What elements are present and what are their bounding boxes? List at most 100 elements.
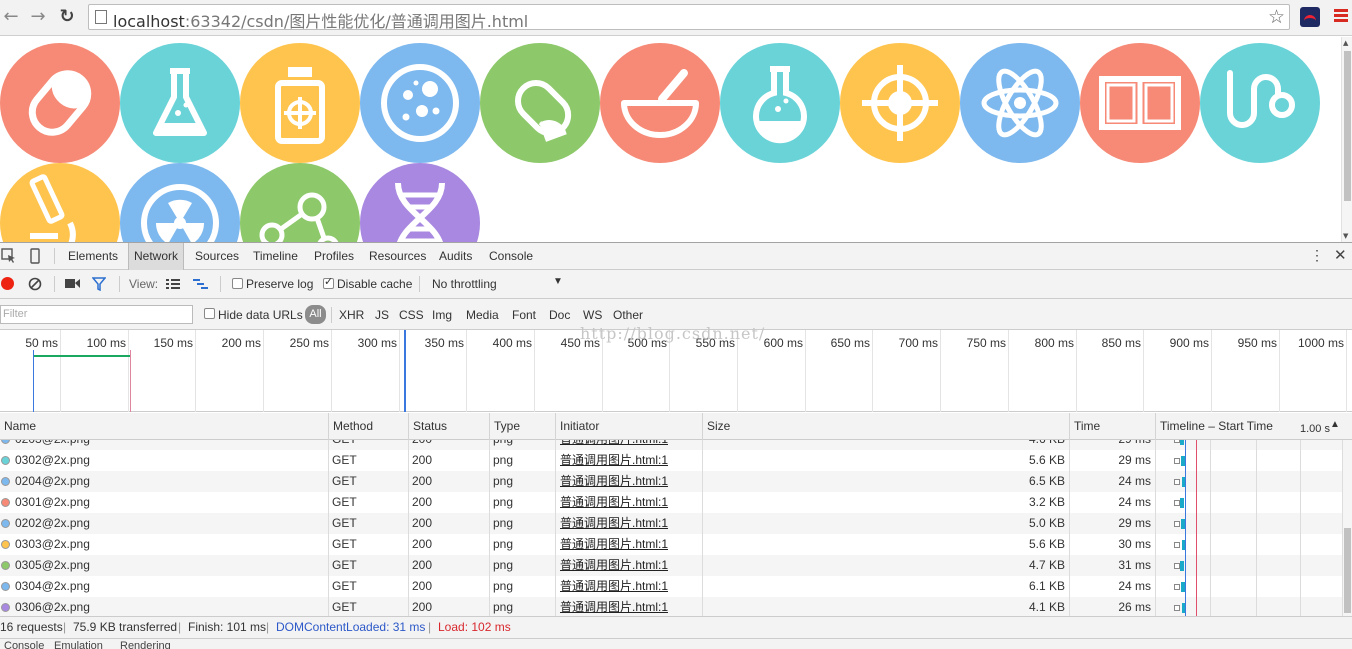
bookmark-star-icon[interactable]: ☆: [1268, 6, 1285, 28]
request-name[interactable]: 0303@2x.png: [15, 534, 325, 555]
tab-sources[interactable]: Sources: [190, 243, 244, 270]
request-initiator-link[interactable]: 普通调用图片.html:1: [560, 513, 700, 534]
filter-input[interactable]: Filter: [0, 305, 193, 324]
reload-icon[interactable]: ↻: [56, 6, 78, 28]
request-name[interactable]: 0304@2x.png: [15, 576, 325, 597]
address-bar[interactable]: localhost:63342/csdn/图片性能优化/普通调用图片.html …: [88, 4, 1290, 32]
overview-gridline: [940, 330, 941, 412]
column-header-time[interactable]: Time: [1069, 413, 1100, 440]
request-initiator-link[interactable]: 普通调用图片.html:1: [560, 450, 700, 471]
request-name[interactable]: 0202@2x.png: [15, 513, 325, 534]
column-header-timeline[interactable]: Timeline – Start Time: [1155, 413, 1273, 440]
toolbar-separator: [119, 276, 120, 292]
column-header-status[interactable]: Status: [408, 413, 447, 440]
tab-profiles[interactable]: Profiles: [309, 243, 359, 270]
filter-type-xhr[interactable]: XHR: [339, 308, 364, 322]
request-initiator-link[interactable]: 普通调用图片.html:1: [560, 555, 700, 576]
request-name[interactable]: 0306@2x.png: [15, 597, 325, 616]
overview-selection-line[interactable]: [404, 330, 406, 412]
filter-type-css[interactable]: CSS: [399, 308, 424, 322]
request-name[interactable]: 0302@2x.png: [15, 450, 325, 471]
icon-circle: [600, 43, 720, 163]
url-host: localhost: [113, 12, 185, 31]
request-initiator-link[interactable]: 普通调用图片.html:1: [560, 471, 700, 492]
table-row[interactable]: 0304@2x.png GET 200 png 普通调用图片.html:1 6.…: [0, 576, 1342, 597]
page-scrollbar-thumb[interactable]: [1344, 51, 1351, 201]
tab-elements[interactable]: Elements: [63, 243, 123, 270]
overview-waterfall-icon[interactable]: [193, 279, 209, 289]
browser-menu-icon[interactable]: [1334, 9, 1348, 23]
filter-type-js[interactable]: JS: [375, 308, 389, 322]
request-initiator-link[interactable]: 普通调用图片.html:1: [560, 440, 700, 450]
request-name[interactable]: 0204@2x.png: [15, 471, 325, 492]
overview-tick-label: 650 ms: [830, 336, 870, 350]
scroll-up-icon[interactable]: ▲: [1343, 39, 1348, 47]
table-scrollbar[interactable]: [1342, 440, 1352, 616]
request-name[interactable]: 0203@2x.png: [15, 440, 325, 450]
url-text[interactable]: localhost:63342/csdn/图片性能优化/普通调用图片.html: [113, 8, 528, 32]
table-scrollbar-thumb[interactable]: [1344, 528, 1351, 613]
filter-type-other[interactable]: Other: [613, 308, 643, 322]
clear-icon[interactable]: [28, 277, 42, 291]
medicine-bottle-icon: [275, 67, 325, 144]
requests-count: 16 requests: [0, 620, 63, 634]
request-status: 200: [412, 474, 433, 488]
record-icon[interactable]: [1, 277, 14, 290]
table-row[interactable]: 0305@2x.png GET 200 png 普通调用图片.html:1 4.…: [0, 555, 1342, 576]
large-rows-icon[interactable]: [166, 279, 180, 289]
sort-arrow-icon[interactable]: ▲: [1330, 419, 1340, 430]
request-name[interactable]: 0305@2x.png: [15, 555, 325, 576]
filter-type-doc[interactable]: Doc: [549, 308, 570, 322]
overview-tick-label: 200 ms: [221, 336, 261, 350]
load-time: Load: 102 ms: [438, 620, 511, 634]
column-header-method[interactable]: Method: [328, 413, 373, 440]
hide-data-urls-checkbox[interactable]: [204, 308, 215, 319]
camera-icon[interactable]: [65, 278, 80, 289]
request-initiator-link[interactable]: 普通调用图片.html:1: [560, 576, 700, 597]
table-row[interactable]: 0303@2x.png GET 200 png 普通调用图片.html:1 5.…: [0, 534, 1342, 555]
column-divider: [1155, 440, 1156, 616]
scroll-down-icon[interactable]: ▼: [1343, 232, 1348, 240]
tab-resources[interactable]: Resources: [364, 243, 431, 270]
filter-type-img[interactable]: Img: [432, 308, 452, 322]
filter-type-media[interactable]: Media: [466, 308, 499, 322]
request-initiator-link[interactable]: 普通调用图片.html:1: [560, 492, 700, 513]
request-name[interactable]: 0301@2x.png: [15, 492, 325, 513]
device-mode-icon[interactable]: [27, 248, 43, 264]
tab-network[interactable]: Network: [128, 243, 185, 270]
close-devtools-icon[interactable]: ✕: [1334, 246, 1347, 264]
disable-cache-checkbox[interactable]: [323, 275, 334, 289]
table-row[interactable]: 0306@2x.png GET 200 png 普通调用图片.html:1 4.…: [0, 597, 1342, 616]
filter-all-button[interactable]: All: [305, 305, 326, 324]
request-method: GET: [332, 516, 357, 530]
table-row[interactable]: 0203@2x.png GET 200 png 普通调用图片.html:1 4.…: [0, 440, 1342, 450]
throttling-select[interactable]: No throttling ▼: [428, 273, 568, 295]
page-scrollbar[interactable]: ▲ ▼: [1341, 37, 1352, 242]
request-type: png: [493, 474, 514, 488]
inspect-element-icon[interactable]: [1, 248, 17, 264]
request-initiator-link[interactable]: 普通调用图片.html:1: [560, 534, 700, 555]
tab-timeline[interactable]: Timeline: [248, 243, 303, 270]
table-row[interactable]: 0202@2x.png GET 200 png 普通调用图片.html:1 5.…: [0, 513, 1342, 534]
back-arrow-icon[interactable]: ←: [0, 6, 22, 28]
tab-audits[interactable]: Audits: [434, 243, 477, 270]
forward-arrow-icon[interactable]: →: [27, 6, 49, 28]
column-header-name[interactable]: Name: [0, 413, 36, 440]
request-initiator-link[interactable]: 普通调用图片.html:1: [560, 597, 700, 616]
table-row[interactable]: 0302@2x.png GET 200 png 普通调用图片.html:1 5.…: [0, 450, 1342, 471]
devtools-tabbar: Elements Network Sources Timeline Profiles Re…: [0, 243, 1352, 270]
dna-icon: [395, 182, 445, 242]
devtools-more-icon[interactable]: ⋮: [1310, 247, 1324, 264]
table-row[interactable]: 0204@2x.png GET 200 png 普通调用图片.html:1 6.…: [0, 471, 1342, 492]
column-header-size[interactable]: Size: [702, 413, 730, 440]
column-header-initiator[interactable]: Initiator: [555, 413, 599, 440]
filter-icon[interactable]: [92, 277, 106, 291]
table-row[interactable]: 0301@2x.png GET 200 png 普通调用图片.html:1 3.…: [0, 492, 1342, 513]
png-file-icon: [1, 603, 10, 612]
filter-type-font[interactable]: Font: [512, 308, 536, 322]
column-header-type[interactable]: Type: [489, 413, 520, 440]
filter-type-ws[interactable]: WS: [583, 308, 602, 322]
tab-console[interactable]: Console: [484, 243, 538, 270]
preserve-log-checkbox[interactable]: [232, 278, 243, 289]
extension-icon[interactable]: [1300, 7, 1320, 27]
